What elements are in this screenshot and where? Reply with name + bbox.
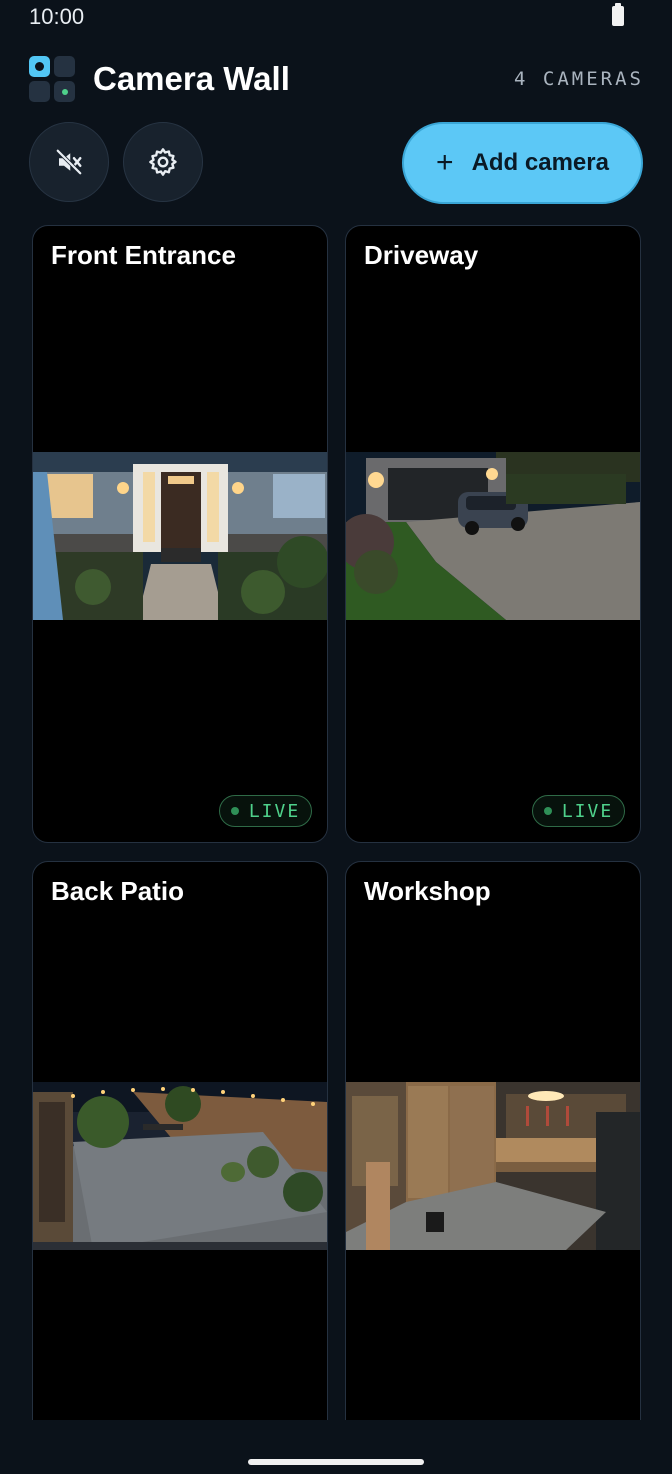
add-camera-label: Add camera xyxy=(471,149,609,176)
add-camera-button[interactable]: + Add camera xyxy=(402,122,643,204)
speaker-muted-icon xyxy=(56,149,82,175)
settings-button[interactable] xyxy=(123,122,203,202)
plus-icon: + xyxy=(436,146,454,179)
status-bar: 10:00 xyxy=(0,0,672,34)
camera-card-back-patio[interactable]: Back Patio xyxy=(32,861,328,1461)
battery-icon xyxy=(612,3,624,26)
app-logo-icon xyxy=(29,56,77,104)
camera-feed-image xyxy=(33,1082,327,1250)
live-label: LIVE xyxy=(561,800,614,822)
camera-name: Driveway xyxy=(364,240,479,270)
camera-card-workshop[interactable]: Workshop xyxy=(345,861,641,1461)
camera-feed-image xyxy=(346,1082,640,1250)
camera-count: 4 CAMERAS xyxy=(514,68,644,90)
camera-name: Workshop xyxy=(364,876,491,906)
camera-name: Back Patio xyxy=(51,876,184,906)
live-dot xyxy=(543,807,552,815)
bottom-nav-area xyxy=(0,1420,672,1474)
camera-card-front-entrance[interactable]: Front Entrance LIVE xyxy=(32,225,328,843)
camera-feed-image xyxy=(346,452,640,620)
live-label: LIVE xyxy=(248,800,301,822)
live-badge: LIVE xyxy=(532,795,625,827)
gear-icon xyxy=(149,148,177,176)
camera-card-driveway[interactable]: Driveway LIVE xyxy=(345,225,641,843)
status-time: 10:00 xyxy=(29,4,85,29)
camera-feed-image xyxy=(33,452,327,620)
home-indicator[interactable] xyxy=(248,1459,424,1465)
page-title: Camera Wall xyxy=(93,60,290,97)
live-dot xyxy=(230,807,239,815)
camera-name: Front Entrance xyxy=(51,240,236,270)
live-badge: LIVE xyxy=(219,795,312,827)
mute-button[interactable] xyxy=(29,122,109,202)
